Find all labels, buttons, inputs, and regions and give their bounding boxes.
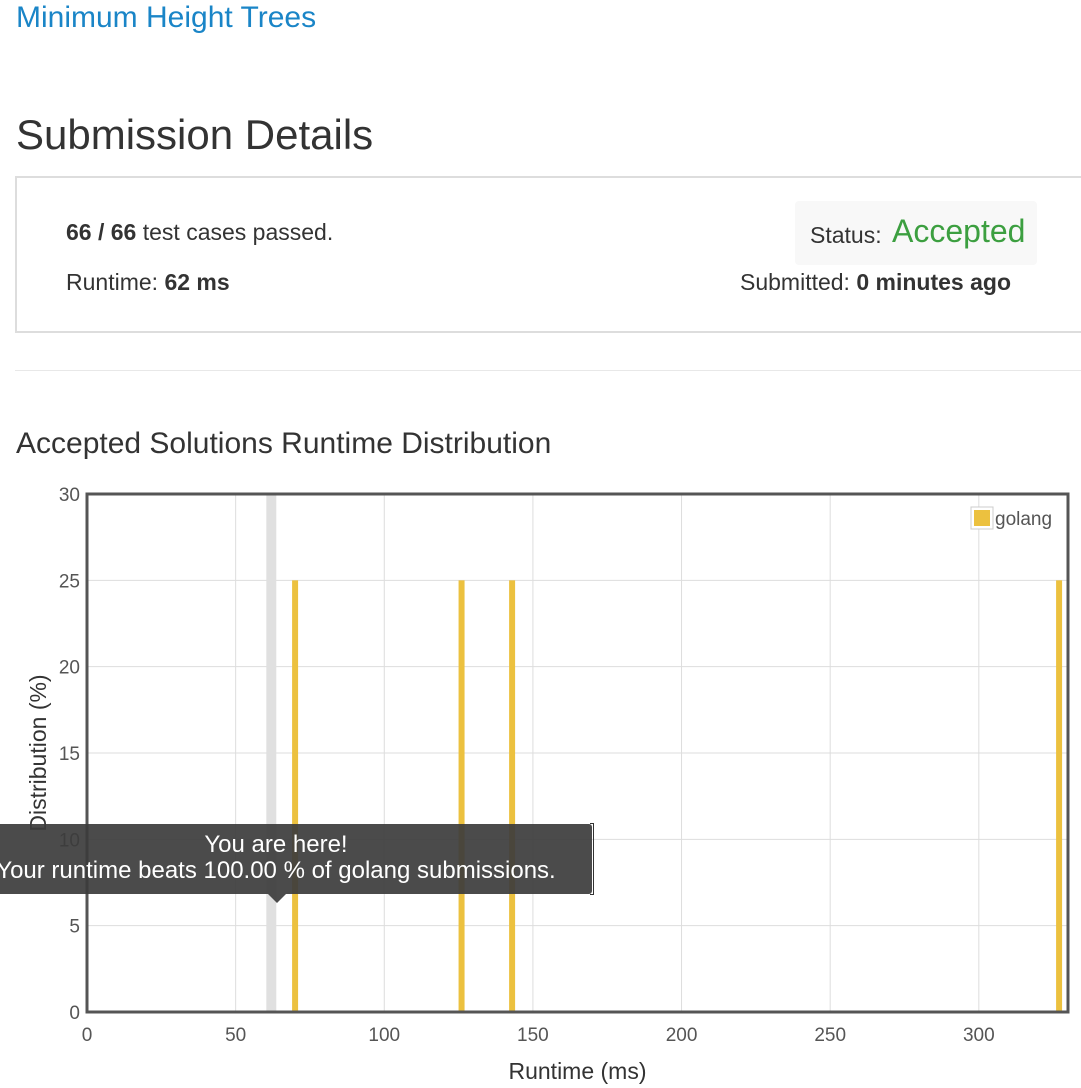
problem-title-link[interactable]: Minimum Height Trees <box>16 0 316 36</box>
page: Minimum Height Trees Submission Details … <box>0 0 1081 1088</box>
x-tick-label: 300 <box>963 1025 995 1046</box>
runtime-distribution-chart[interactable]: 051015202530050100150200250300Runtime (m… <box>0 480 1081 1088</box>
submitted-label: Submitted: <box>740 269 850 295</box>
y-axis-label: Distribution (%) <box>25 674 51 831</box>
legend-label-golang: golang <box>995 509 1052 530</box>
status-label: Status: <box>810 222 882 248</box>
x-tick-label: 0 <box>82 1025 93 1046</box>
your-runtime-marker <box>266 494 277 1012</box>
tooltip-edge <box>590 823 594 895</box>
tooltip-arrow <box>268 894 286 903</box>
y-tick-label: 5 <box>69 917 80 938</box>
runtime-label: Runtime: <box>66 269 159 295</box>
bar-70 <box>292 580 299 1012</box>
x-axis-label: Runtime (ms) <box>508 1058 646 1084</box>
x-tick-label: 200 <box>666 1025 698 1046</box>
test-cases-count: 66 / 66 <box>66 219 137 245</box>
runtime-summary: Runtime: 62 ms <box>66 268 230 296</box>
bar-327 <box>1056 580 1063 1012</box>
tooltip-line-1: You are here! <box>204 831 348 858</box>
submitted-value: 0 minutes ago <box>856 269 1011 295</box>
x-tick-label: 100 <box>368 1025 400 1046</box>
section-divider <box>15 370 1081 371</box>
test-cases-summary: 66 / 66 test cases passed. <box>66 218 333 246</box>
you-are-here-tooltip: You are here! Your runtime beats 100.00 … <box>0 824 592 903</box>
y-tick-label: 20 <box>59 658 80 679</box>
submission-details-panel: 66 / 66 test cases passed. Runtime: 62 m… <box>15 176 1081 333</box>
tooltip-line-2: Your runtime beats 100.00 % of golang su… <box>0 857 556 884</box>
x-tick-label: 250 <box>814 1025 846 1046</box>
x-tick-label: 150 <box>517 1025 549 1046</box>
y-tick-label: 25 <box>59 571 80 592</box>
runtime-value: 62 ms <box>164 269 230 295</box>
y-tick-label: 30 <box>59 485 80 506</box>
status-badge: Status: Accepted <box>795 201 1037 265</box>
y-tick-label: 0 <box>69 1003 80 1024</box>
status-accepted-link[interactable]: Accepted <box>892 212 1025 250</box>
bar-126 <box>458 580 465 1012</box>
legend-swatch <box>974 510 990 526</box>
chart-svg: 051015202530050100150200250300Runtime (m… <box>25 485 1070 1084</box>
submitted-summary: Submitted: 0 minutes ago <box>740 268 1011 296</box>
y-tick-label: 15 <box>59 744 80 765</box>
bar-143 <box>509 580 516 1012</box>
page-title: Submission Details <box>16 111 374 158</box>
x-tick-label: 50 <box>225 1025 246 1046</box>
test-cases-suffix: test cases passed. <box>142 219 334 245</box>
distribution-title: Accepted Solutions Runtime Distribution <box>16 427 552 460</box>
